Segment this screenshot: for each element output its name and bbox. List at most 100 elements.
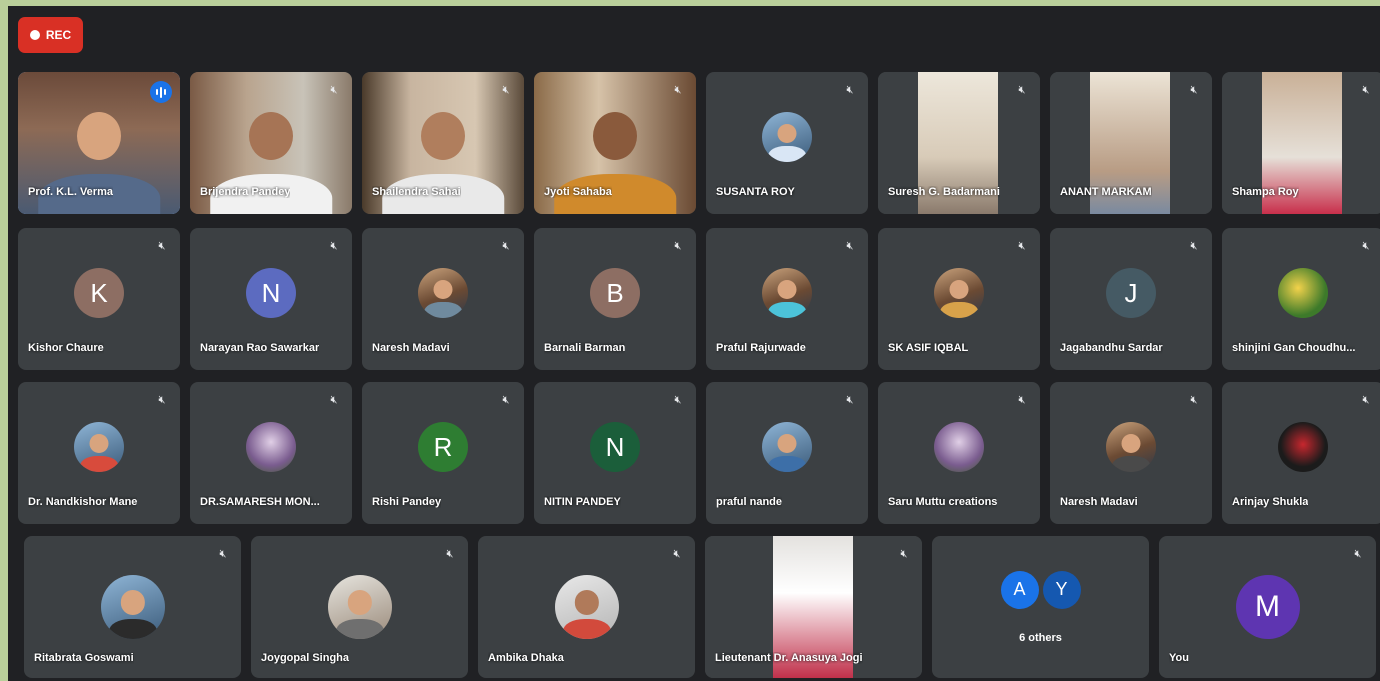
participant-name: Saru Muttu creations — [888, 496, 998, 508]
avatar: B — [590, 268, 640, 319]
mic-off-icon: 🔇︎ — [330, 84, 338, 96]
participant-row-1: Prof. K.L. Verma 🔇︎ Brijendra Pandey 🔇︎ … — [18, 72, 1380, 214]
avatar — [1106, 422, 1156, 473]
mic-off-icon: 🔇︎ — [846, 394, 854, 406]
mic-off-icon: 🔇︎ — [1190, 394, 1198, 406]
participant-name: Arinjay Shukla — [1232, 496, 1309, 508]
participant-tile[interactable]: N 🔇︎ NITIN PANDEY — [534, 382, 696, 524]
participant-name: Prof. K.L. Verma — [28, 186, 113, 198]
participant-name: Shampa Roy — [1232, 186, 1299, 198]
participant-tile[interactable]: 🔇︎ Joygopal Singha — [251, 536, 468, 678]
avatar — [554, 575, 619, 639]
participant-name: Ambika Dhaka — [488, 652, 564, 664]
participant-row-4: 🔇︎ Ritabrata Goswami 🔇︎ Joygopal Singha … — [24, 536, 1376, 678]
participant-tile[interactable]: N 🔇︎ Narayan Rao Sawarkar — [190, 228, 352, 370]
participant-tile[interactable]: 🔇︎ Ambika Dhaka — [478, 536, 695, 678]
participant-tile[interactable]: 🔇︎ ANANT MARKAM — [1050, 72, 1212, 214]
participant-tile[interactable]: 🔇︎ Suresh G. Badarmani — [878, 72, 1040, 214]
participant-name: SUSANTA ROY — [716, 186, 795, 198]
participant-tile[interactable]: 🔇︎ DR.SAMARESH MON... — [190, 382, 352, 524]
mic-off-icon: 🔇︎ — [1018, 394, 1026, 406]
participant-name: Praful Rajurwade — [716, 342, 806, 354]
participant-tile[interactable]: 🔇︎ shinjini Gan Choudhu... — [1222, 228, 1380, 370]
avatar — [327, 575, 392, 639]
participant-name: Dr. Nandkishor Mane — [28, 496, 138, 508]
mic-off-icon: 🔇︎ — [1018, 240, 1026, 252]
participant-tile[interactable]: 🔇︎ Brijendra Pandey — [190, 72, 352, 214]
mic-off-icon: 🔇︎ — [900, 548, 908, 560]
avatar — [418, 268, 468, 319]
participant-tile[interactable]: 🔇︎ Praful Rajurwade — [706, 228, 868, 370]
participant-name: SK ASIF IQBAL — [888, 342, 969, 354]
participant-name: shinjini Gan Choudhu... — [1232, 342, 1356, 354]
mic-off-icon: 🔇︎ — [330, 394, 338, 406]
speaking-indicator-icon — [150, 81, 172, 103]
participant-tile[interactable]: 🔇︎ Naresh Madavi — [362, 228, 524, 370]
avatar: N — [590, 422, 640, 473]
self-tile[interactable]: M 🔇︎ You — [1159, 536, 1376, 678]
mic-off-icon: 🔇︎ — [1362, 84, 1370, 96]
participant-tile[interactable]: 🔇︎ Arinjay Shukla — [1222, 382, 1380, 524]
avatar: J — [1106, 268, 1156, 319]
participant-name: Ritabrata Goswami — [34, 652, 134, 664]
participant-tile[interactable]: 🔇︎ Dr. Nandkishor Mane — [18, 382, 180, 524]
avatar: R — [418, 422, 468, 473]
record-dot-icon — [29, 30, 40, 40]
mic-off-icon: 🔇︎ — [674, 240, 682, 252]
participant-tile[interactable]: 🔇︎ SUSANTA ROY — [706, 72, 868, 214]
others-avatars: A Y — [1000, 570, 1081, 609]
meeting-grid: REC Prof. K.L. Verma 🔇︎ Brijendra Pandey… — [8, 6, 1380, 681]
participant-tile[interactable]: 🔇︎ praful nande — [706, 382, 868, 524]
avatar: K — [74, 268, 124, 319]
participant-tile[interactable]: K 🔇︎ Kishor Chaure — [18, 228, 180, 370]
participant-tile[interactable]: 🔇︎ Shampa Roy — [1222, 72, 1380, 214]
mic-off-icon: 🔇︎ — [1362, 394, 1370, 406]
participant-name: Shailendra Sahai — [372, 186, 461, 198]
participant-name: Lieutenant Dr. Anasuya Jogi — [715, 652, 863, 664]
participant-tile[interactable]: 🔇︎ Shailendra Sahai — [362, 72, 524, 214]
participant-tile[interactable]: Prof. K.L. Verma — [18, 72, 180, 214]
participant-tile[interactable]: 🔇︎ SK ASIF IQBAL — [878, 228, 1040, 370]
avatar — [1278, 422, 1328, 473]
mic-off-icon: 🔇︎ — [1018, 84, 1026, 96]
avatar — [100, 575, 165, 639]
mic-off-icon: 🔇︎ — [219, 548, 227, 560]
avatar — [934, 268, 984, 319]
participant-name: You — [1169, 652, 1189, 664]
participant-tile[interactable]: 🔇︎ Ritabrata Goswami — [24, 536, 241, 678]
mic-off-icon: 🔇︎ — [846, 240, 854, 252]
participant-row-3: 🔇︎ Dr. Nandkishor Mane 🔇︎ DR.SAMARESH MO… — [18, 382, 1380, 524]
mic-off-icon: 🔇︎ — [330, 240, 338, 252]
participant-tile[interactable]: J 🔇︎ Jagabandhu Sardar — [1050, 228, 1212, 370]
mic-off-icon: 🔇︎ — [446, 548, 454, 560]
participant-name: ANANT MARKAM — [1060, 186, 1152, 198]
mic-off-icon: 🔇︎ — [1190, 240, 1198, 252]
mic-off-icon: 🔇︎ — [1362, 240, 1370, 252]
participant-tile[interactable]: 🔇︎ Lieutenant Dr. Anasuya Jogi — [705, 536, 922, 678]
participant-name: Joygopal Singha — [261, 652, 350, 664]
participant-tile[interactable]: R 🔇︎ Rishi Pandey — [362, 382, 524, 524]
avatar: Y — [1042, 570, 1081, 609]
recording-indicator: REC — [18, 17, 83, 53]
recording-label: REC — [45, 28, 72, 42]
participant-name: Rishi Pandey — [372, 496, 442, 508]
avatar — [934, 422, 984, 473]
participant-tile[interactable]: 🔇︎ Jyoti Sahaba — [534, 72, 696, 214]
mic-off-icon: 🔇︎ — [1190, 84, 1198, 96]
mic-off-icon: 🔇︎ — [1354, 548, 1362, 560]
avatar: M — [1235, 575, 1300, 639]
mic-off-icon: 🔇︎ — [158, 240, 166, 252]
participant-name: Narayan Rao Sawarkar — [200, 342, 320, 354]
participant-tile[interactable]: 🔇︎ Naresh Madavi — [1050, 382, 1212, 524]
participant-name: Brijendra Pandey — [200, 186, 291, 198]
participant-name: Jagabandhu Sardar — [1060, 342, 1163, 354]
avatar: N — [246, 268, 296, 319]
avatar — [762, 422, 812, 473]
mic-off-icon: 🔇︎ — [502, 394, 510, 406]
participant-name: Naresh Madavi — [372, 342, 450, 354]
others-count: 6 others — [1019, 632, 1062, 644]
participant-tile[interactable]: 🔇︎ Saru Muttu creations — [878, 382, 1040, 524]
others-tile[interactable]: A Y 6 others — [932, 536, 1149, 678]
avatar: A — [1000, 570, 1039, 609]
participant-tile[interactable]: B 🔇︎ Barnali Barman — [534, 228, 696, 370]
